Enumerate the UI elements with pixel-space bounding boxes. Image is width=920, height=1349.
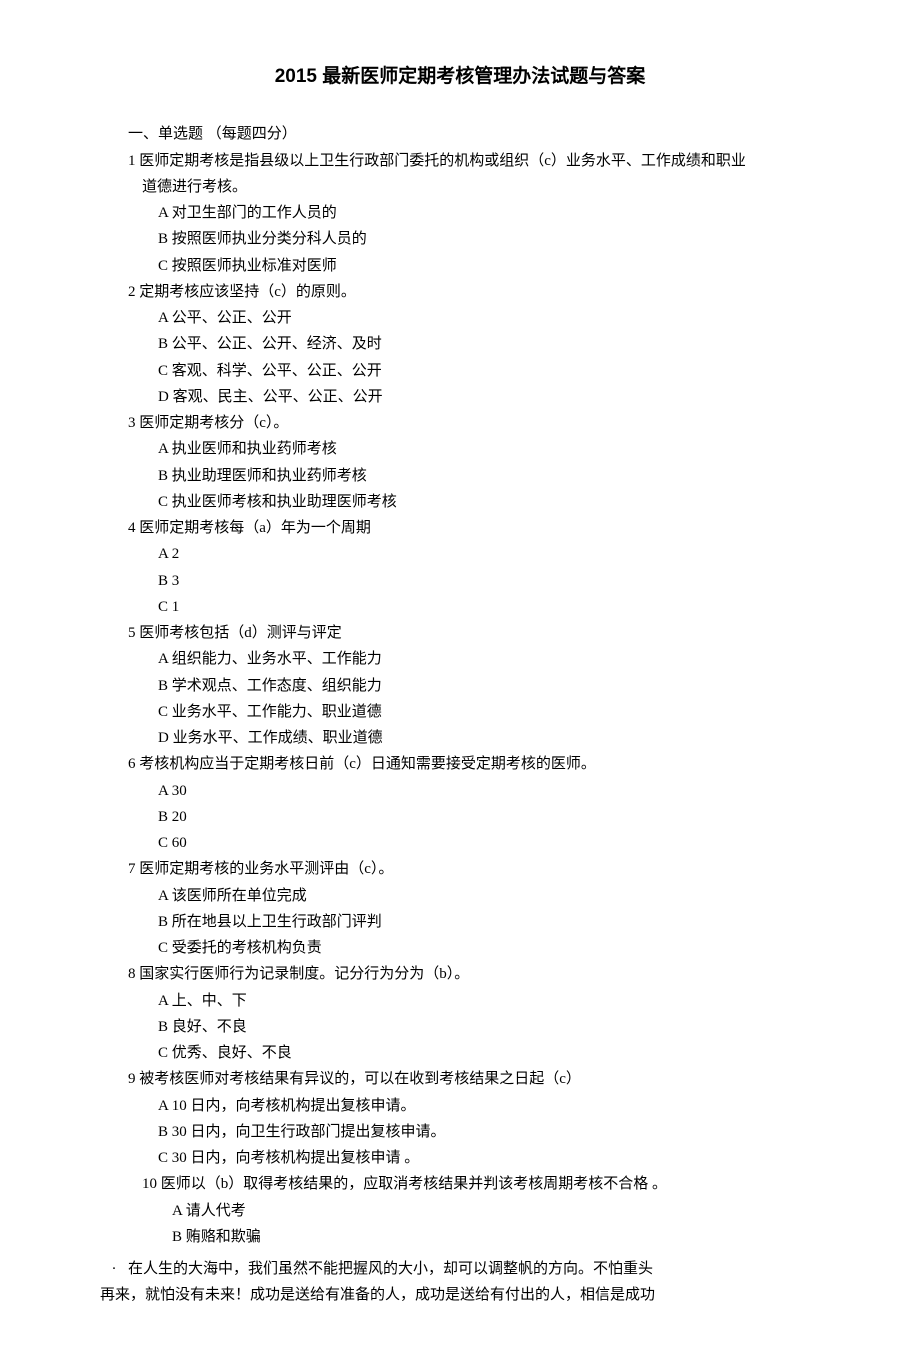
q1-option-a: A 对卫生部门的工作人员的 xyxy=(158,200,820,226)
q1-stem: 1 医师定期考核是指县级以上卫生行政部门委托的机构或组织（c）业务水平、工作成绩… xyxy=(128,148,820,174)
q4-option-c: C 1 xyxy=(158,594,820,620)
q3-option-c: C 执业医师考核和执业助理医师考核 xyxy=(158,489,820,515)
q7-option-c: C 受委托的考核机构负责 xyxy=(158,935,820,961)
q6-option-c: C 60 xyxy=(158,830,820,856)
q2-option-c: C 客观、科学、公平、公正、公开 xyxy=(158,358,820,384)
bullet-icon: · xyxy=(100,1256,128,1282)
q8-stem: 8 国家实行医师行为记录制度。记分行为分为（b）。 xyxy=(128,961,820,987)
q6-option-b: B 20 xyxy=(158,804,820,830)
q2-stem: 2 定期考核应该坚持（c）的原则。 xyxy=(128,279,820,305)
section-header: 一、单选题 （每题四分） xyxy=(128,121,820,147)
q5-option-c: C 业务水平、工作能力、职业道德 xyxy=(158,699,820,725)
q3-stem: 3 医师定期考核分（c）。 xyxy=(128,410,820,436)
q8-option-b: B 良好、不良 xyxy=(158,1014,820,1040)
q7-option-a: A 该医师所在单位完成 xyxy=(158,883,820,909)
q6-stem: 6 考核机构应当于定期考核日前（c）日通知需要接受定期考核的医师。 xyxy=(128,751,820,777)
q5-stem: 5 医师考核包括（d）测评与评定 xyxy=(128,620,820,646)
q1-option-b: B 按照医师执业分类分科人员的 xyxy=(158,226,820,252)
q1-stem-cont: 道德进行考核。 xyxy=(142,174,820,200)
q9-option-c: C 30 日内，向考核机构提出复核申请 。 xyxy=(158,1145,820,1171)
q8-option-c: C 优秀、良好、不良 xyxy=(158,1040,820,1066)
footer-line1: 在人生的大海中，我们虽然不能把握风的大小，却可以调整帆的方向。不怕重头 xyxy=(128,1261,653,1277)
footer-text: ·在人生的大海中，我们虽然不能把握风的大小，却可以调整帆的方向。不怕重头 再来，… xyxy=(100,1256,820,1309)
q3-option-a: A 执业医师和执业药师考核 xyxy=(158,436,820,462)
q4-option-b: B 3 xyxy=(158,568,820,594)
q6-option-a: A 30 xyxy=(158,778,820,804)
q7-option-b: B 所在地县以上卫生行政部门评判 xyxy=(158,909,820,935)
q9-option-a: A 10 日内，向考核机构提出复核申请。 xyxy=(158,1093,820,1119)
q10-stem: 10 医师以（b）取得考核结果的，应取消考核结果并判该考核周期考核不合格 。 xyxy=(142,1171,820,1197)
q5-option-b: B 学术观点、工作态度、组织能力 xyxy=(158,673,820,699)
q9-option-b: B 30 日内，向卫生行政部门提出复核申请。 xyxy=(158,1119,820,1145)
q10-option-a: A 请人代考 xyxy=(172,1198,820,1224)
q5-option-a: A 组织能力、业务水平、工作能力 xyxy=(158,646,820,672)
q5-option-d: D 业务水平、工作成绩、职业道德 xyxy=(158,725,820,751)
footer-line2: 再来，就怕没有未来！成功是送给有准备的人，成功是送给有付出的人，相信是成功 xyxy=(100,1287,655,1303)
q4-stem: 4 医师定期考核每（a）年为一个周期 xyxy=(128,515,820,541)
q10-option-b: B 贿赂和欺骗 xyxy=(172,1224,820,1250)
q8-option-a: A 上、中、下 xyxy=(158,988,820,1014)
q2-option-b: B 公平、公正、公开、经济、及时 xyxy=(158,331,820,357)
document-title: 2015 最新医师定期考核管理办法试题与答案 xyxy=(100,60,820,93)
q2-option-d: D 客观、民主、公平、公正、公开 xyxy=(158,384,820,410)
q9-stem: 9 被考核医师对考核结果有异议的，可以在收到考核结果之日起（c） xyxy=(128,1066,820,1092)
q2-option-a: A 公平、公正、公开 xyxy=(158,305,820,331)
q3-option-b: B 执业助理医师和执业药师考核 xyxy=(158,463,820,489)
q4-option-a: A 2 xyxy=(158,541,820,567)
q1-option-c: C 按照医师执业标准对医师 xyxy=(158,253,820,279)
q7-stem: 7 医师定期考核的业务水平测评由（c）。 xyxy=(128,856,820,882)
